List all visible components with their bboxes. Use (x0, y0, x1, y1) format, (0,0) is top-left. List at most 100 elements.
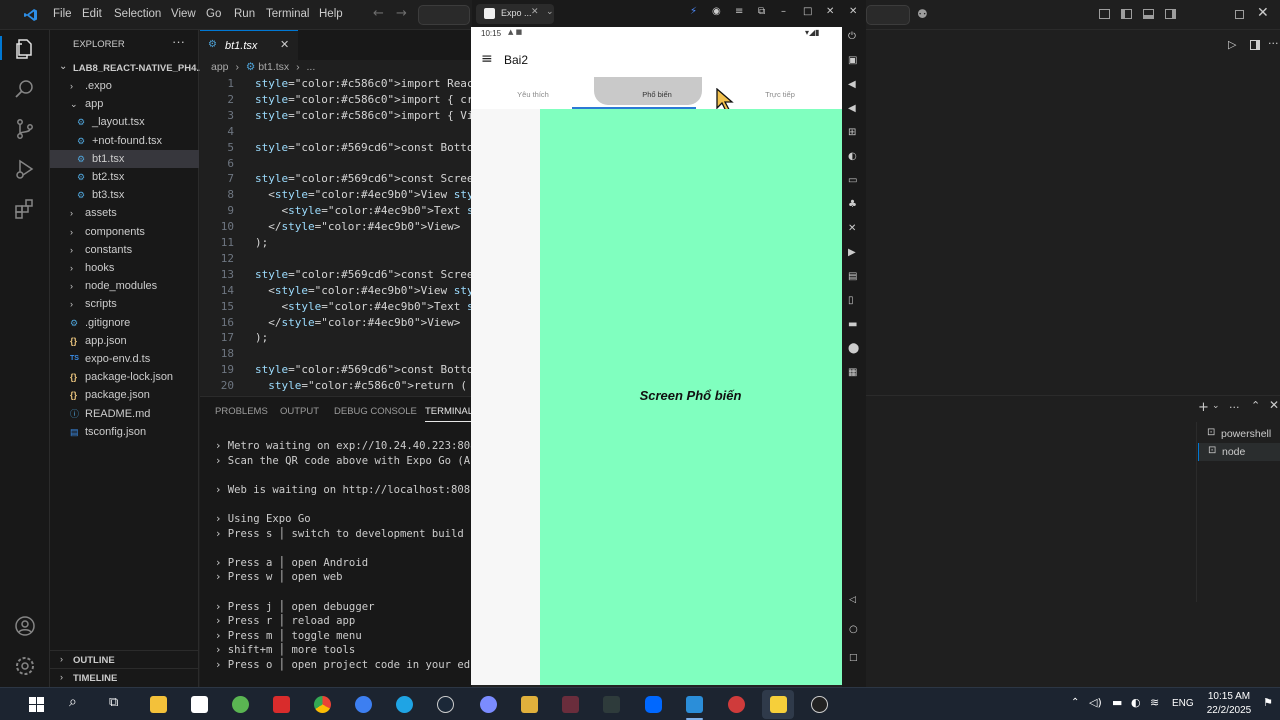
app-purple-icon[interactable] (480, 696, 497, 713)
settings-gear-icon[interactable] (13, 654, 37, 678)
chrome-dev-icon[interactable] (728, 696, 745, 713)
outline-section[interactable]: › OUTLINE (50, 650, 199, 668)
tree-item[interactable]: ⚙ .gitignore (50, 314, 199, 332)
speaker-icon[interactable]: ◁) (1089, 696, 1102, 709)
code-line[interactable]: 10 </style="color:#4ec9b0">View> (200, 219, 472, 235)
tree-item[interactable]: › .expo (50, 77, 199, 95)
tab-truc-tiep[interactable]: Trực tiếp (718, 79, 842, 109)
tree-item[interactable]: ⚙ bt3.tsx (50, 186, 199, 204)
code-line[interactable]: 7 style="color:#569cd6">const ScreenA = (… (200, 171, 472, 187)
code-line[interactable]: 9 <style="color:#4ec9b0">Text style={sty… (200, 203, 472, 219)
phone-screen[interactable]: 10:15 ▲ ■ ▾◢▮ ≡ Bai2 Yêu thích Phổ biến … (471, 27, 842, 685)
breadcrumb-more[interactable]: ... (307, 61, 316, 73)
source-control-icon[interactable] (13, 117, 37, 141)
explorer-icon[interactable] (13, 37, 37, 61)
edge-icon[interactable] (396, 696, 413, 713)
restore-window-icon[interactable] (1235, 10, 1244, 19)
maximize-icon[interactable]: □ (803, 6, 812, 17)
code-line[interactable]: 13 style="color:#569cd6">const ScreenB = … (200, 267, 472, 283)
app-icon[interactable] (232, 696, 249, 713)
menu-file[interactable]: File (53, 8, 72, 20)
menu-edit[interactable]: Edit (82, 8, 102, 20)
tree-item[interactable]: ⚙ _layout.tsx (50, 113, 199, 131)
close-tab-icon[interactable]: ✕ (531, 7, 539, 17)
android-icon[interactable]: ♣ (848, 199, 857, 210)
menu-run[interactable]: Run (234, 8, 255, 20)
timeline-section[interactable]: › TIMELINE (50, 668, 199, 686)
chevron-down-icon[interactable]: ⌄ (1212, 401, 1220, 411)
language-indicator[interactable]: ENG (1172, 698, 1194, 709)
close-panel-icon[interactable]: ✕ (1269, 398, 1279, 412)
notification-bell-icon[interactable]: ⚑ (1263, 696, 1273, 709)
emulator-tab[interactable]: Expo ... ✕ (476, 4, 554, 24)
extensions-icon[interactable] (13, 197, 37, 221)
volume-up-icon[interactable]: ◀ (848, 79, 856, 90)
project-header[interactable]: ⌄ LAB8_REACT-NATIVE_PH4... (50, 60, 204, 78)
breadcrumb-app[interactable]: app (211, 61, 229, 73)
tree-item[interactable]: TS expo-env.d.ts (50, 350, 199, 368)
tab-problems[interactable]: PROBLEMS (215, 406, 268, 417)
tab-terminal[interactable]: TERMINAL (425, 406, 472, 417)
menu-terminal[interactable]: Terminal (266, 8, 309, 20)
account-icon[interactable] (13, 614, 37, 638)
app-circle-icon[interactable] (811, 696, 828, 713)
tree-item[interactable]: › constants (50, 241, 199, 259)
volume-down-icon[interactable]: ◀ (848, 103, 856, 114)
record-icon[interactable]: ◉ (712, 6, 721, 17)
code-line[interactable]: 19 style="color:#569cd6">const BottomTopT… (200, 362, 472, 378)
run-icon[interactable]: ▷ (1228, 38, 1236, 51)
app-red-icon[interactable] (273, 696, 290, 713)
more-actions-icon[interactable]: ··· (1268, 37, 1279, 50)
vscode-icon[interactable] (686, 696, 703, 713)
close-icon[interactable]: ✕ (826, 6, 834, 17)
chevron-up-icon[interactable]: ⌃ (1071, 697, 1079, 708)
screen-content[interactable]: Screen Phổ biến (540, 109, 842, 685)
camera-icon[interactable]: ▣ (848, 55, 857, 66)
forward-arrow-icon[interactable]: → (396, 6, 407, 21)
code-line[interactable]: 12 (200, 251, 472, 267)
breadcrumb-file[interactable]: bt1.tsx (258, 61, 289, 73)
code-line[interactable]: 6 (200, 156, 472, 172)
close-tab-icon[interactable]: ✕ (280, 38, 289, 51)
menu-selection[interactable]: Selection (114, 8, 161, 20)
keyboard-icon[interactable]: ▤ (848, 271, 857, 282)
power-icon[interactable]: ⏻ (848, 31, 856, 42)
tree-item[interactable]: ⚙ bt2.tsx (50, 168, 199, 186)
store-icon[interactable] (191, 696, 208, 713)
tree-item[interactable]: ⓘ README.md (50, 405, 199, 423)
tree-item[interactable]: › assets (50, 204, 199, 222)
app-dark-icon[interactable] (562, 696, 579, 713)
minimize-icon[interactable]: – (781, 6, 786, 17)
code-line[interactable]: 15 <style="color:#4ec9b0">Text style={st… (200, 299, 472, 315)
menu-help[interactable]: Help (319, 8, 343, 20)
code-editor[interactable]: ⚙ bt1.tsx ✕ app › ⚙ bt1.tsx › ... 1 style… (200, 30, 472, 395)
app-studio-icon[interactable] (603, 696, 620, 713)
bolt-icon[interactable]: ⚡ (690, 6, 697, 17)
tree-item[interactable]: › components (50, 223, 199, 241)
back-arrow-icon[interactable]: ← (373, 6, 384, 21)
overview-nav-icon[interactable]: □ (849, 653, 858, 663)
toggle-panel-icon[interactable] (1143, 9, 1154, 19)
tree-item[interactable]: ⚙ +not-found.tsx (50, 132, 199, 150)
code-line[interactable]: 8 <style="color:#4ec9b0">View style={sty… (200, 187, 472, 203)
code-line[interactable]: 3 style="color:#c586c0">import { View, Te… (200, 108, 472, 124)
menu-go[interactable]: Go (206, 8, 221, 20)
record-screen-icon[interactable]: ▶ (848, 247, 856, 258)
tab-bt1[interactable]: ⚙ bt1.tsx ✕ (200, 30, 298, 60)
split-editor-icon[interactable] (1250, 40, 1260, 50)
emulator-icon[interactable] (770, 696, 787, 713)
tree-item[interactable]: › hooks (50, 259, 199, 277)
code-line[interactable]: 11); (200, 235, 472, 251)
code-line[interactable]: 17); (200, 330, 472, 346)
app-yellow-icon[interactable] (521, 696, 538, 713)
hamburger-menu-icon[interactable]: ≡ (481, 51, 493, 67)
run-debug-icon[interactable] (13, 157, 37, 181)
layout-icon[interactable] (1099, 9, 1110, 19)
display-icon[interactable]: ▭ (848, 175, 857, 186)
back-nav-icon[interactable]: ◁ (849, 595, 856, 605)
more-actions-icon[interactable]: ··· (1229, 401, 1240, 414)
close-window-icon[interactable]: ✕ (1257, 5, 1269, 21)
menu-view[interactable]: View (171, 8, 196, 20)
tree-item[interactable]: ⚙ bt1.tsx (50, 149, 199, 168)
code-line[interactable]: 18 (200, 346, 472, 362)
